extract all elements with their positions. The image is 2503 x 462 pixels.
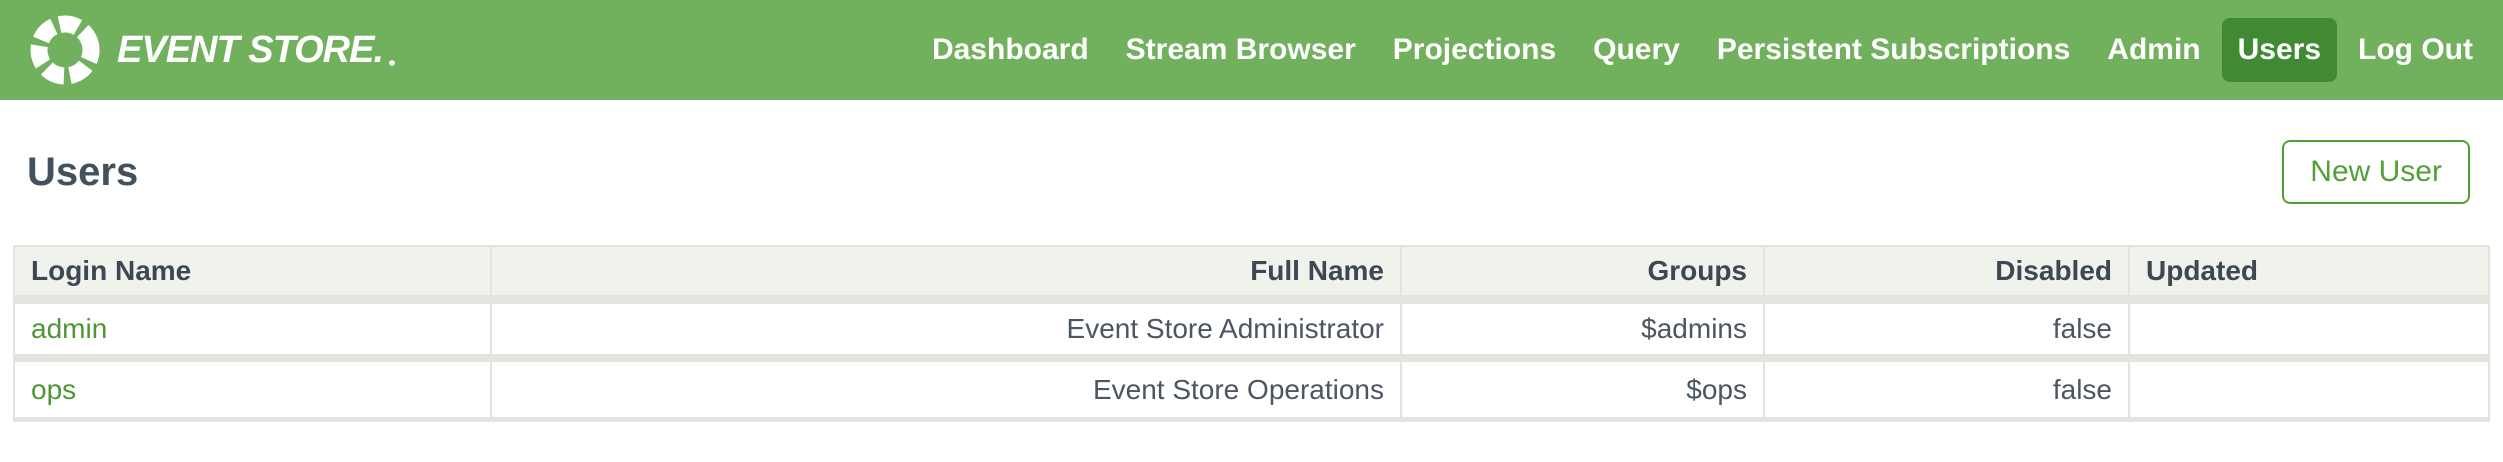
cell-login-name: admin: [15, 304, 492, 362]
nav-item-projections[interactable]: Projections: [1377, 18, 1572, 82]
top-nav-bar: EVENT STORE. DashboardStream BrowserProj…: [0, 0, 2503, 100]
column-header-login-name: Login Name: [15, 247, 492, 304]
nav-item-persistent-subscriptions[interactable]: Persistent Subscriptions: [1701, 18, 2086, 82]
users-table-header-row: Login NameFull NameGroupsDisabledUpdated: [15, 247, 2488, 304]
cell-disabled: false: [1765, 304, 2130, 362]
page-head: Users New User: [27, 140, 2470, 204]
nav-item-users[interactable]: Users: [2222, 18, 2337, 82]
column-header-full-name: Full Name: [492, 247, 1402, 304]
cell-updated: [2130, 362, 2488, 420]
cell-full-name: Event Store Administrator: [492, 304, 1402, 362]
eventstore-logo[interactable]: EVENT STORE.: [27, 12, 395, 88]
cell-groups: $ops: [1402, 362, 1765, 420]
cell-login-name: ops: [15, 362, 492, 420]
main-nav: DashboardStream BrowserProjectionsQueryP…: [916, 18, 2489, 82]
user-row-ops: ops Event Store Operations$opsfalse: [15, 362, 2488, 420]
cell-groups: $admins: [1402, 304, 1765, 362]
user-row-admin: admin Event Store Administrator$adminsfal…: [15, 304, 2488, 362]
column-header-updated: Updated: [2130, 247, 2488, 304]
nav-item-query[interactable]: Query: [1577, 18, 1696, 82]
column-header-groups: Groups: [1402, 247, 1765, 304]
new-user-button[interactable]: New User: [2282, 140, 2470, 204]
user-link-admin[interactable]: admin: [31, 313, 107, 344]
user-link-ops[interactable]: ops: [31, 374, 76, 405]
column-header-disabled: Disabled: [1765, 247, 2130, 304]
logo-text: EVENT STORE.: [117, 29, 383, 72]
cell-disabled: false: [1765, 362, 2130, 420]
eventstore-aperture-icon: [27, 12, 103, 88]
registered-mark-dot: [389, 60, 395, 66]
nav-item-admin[interactable]: Admin: [2091, 18, 2216, 82]
cell-full-name: Event Store Operations: [492, 362, 1402, 420]
page-title: Users: [27, 150, 138, 195]
nav-item-stream-browser[interactable]: Stream Browser: [1110, 18, 1372, 82]
cell-updated: [2130, 304, 2488, 362]
nav-item-dashboard[interactable]: Dashboard: [916, 18, 1105, 82]
users-table: Login NameFull NameGroupsDisabledUpdated…: [13, 245, 2490, 422]
users-table-body: admin Event Store Administrator$adminsfal…: [15, 304, 2488, 420]
users-page: Users New User Login NameFull NameGroups…: [0, 140, 2503, 422]
nav-item-log-out[interactable]: Log Out: [2342, 18, 2489, 82]
